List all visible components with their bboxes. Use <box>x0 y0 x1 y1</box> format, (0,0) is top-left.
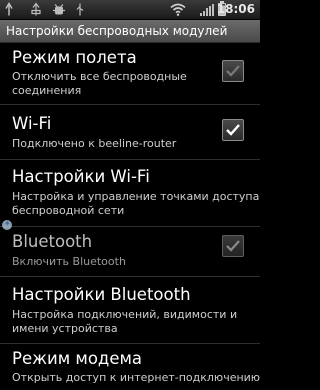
status-bar: 18:06 <box>0 0 260 20</box>
status-time: 18:06 <box>216 2 255 16</box>
page-title: Настройки беспроводных модулей <box>6 24 228 38</box>
check-icon <box>226 65 240 77</box>
list-item-tethering[interactable]: Режим модема Открыть доступ к интернет-п… <box>0 345 260 390</box>
placeholder-icon <box>5 2 13 16</box>
airplane-mode-checkbox[interactable] <box>222 60 244 82</box>
check-icon <box>226 240 240 252</box>
list-item-wifi[interactable]: Wi-Fi Подключено к beeline-router <box>0 106 260 160</box>
signal-icon <box>200 4 214 16</box>
item-title: Настройки Bluetooth <box>12 285 191 304</box>
list-item-airplane-mode[interactable]: Режим полета Отключить все беспроводные … <box>0 43 260 105</box>
item-subtitle: Подключено к beeline-router <box>12 137 177 150</box>
usb-icon <box>31 2 41 16</box>
list-item-wifi-settings[interactable]: Настройки Wi-Fi Настройка и управление т… <box>0 161 260 227</box>
item-title: Wi-Fi <box>12 114 52 133</box>
item-title: Режим модема <box>12 349 143 368</box>
wifi-checkbox[interactable] <box>222 119 244 141</box>
usb-icon <box>76 3 84 16</box>
item-title: Bluetooth <box>12 232 93 251</box>
title-bar: Настройки беспроводных модулей <box>0 20 260 43</box>
bluetooth-icon <box>2 219 12 230</box>
item-title: Настройки Wi-Fi <box>12 167 150 186</box>
debug-icon <box>53 4 65 15</box>
item-subtitle: Включить Bluetooth <box>12 255 126 268</box>
bluetooth-checkbox[interactable] <box>222 235 244 257</box>
item-subtitle: беспроводной сети <box>12 204 125 217</box>
list-item-bluetooth[interactable]: Bluetooth Включить Bluetooth <box>0 228 260 277</box>
check-icon <box>226 124 240 136</box>
item-subtitle: соединения <box>12 84 82 97</box>
item-subtitle: Настройка подключений, видимости и <box>12 308 238 321</box>
item-title: Режим полета <box>12 48 137 67</box>
item-subtitle: Отключить все беспроводные <box>12 70 187 83</box>
item-subtitle: Открыть доступ к интернет-подключению <box>12 371 261 384</box>
wifi-icon <box>170 3 186 16</box>
item-subtitle: имени устройства <box>12 322 118 335</box>
item-subtitle: Настройка и управление точками доступа <box>12 190 260 203</box>
list-item-bluetooth-settings[interactable]: Настройки Bluetooth Настройка подключени… <box>0 278 260 344</box>
